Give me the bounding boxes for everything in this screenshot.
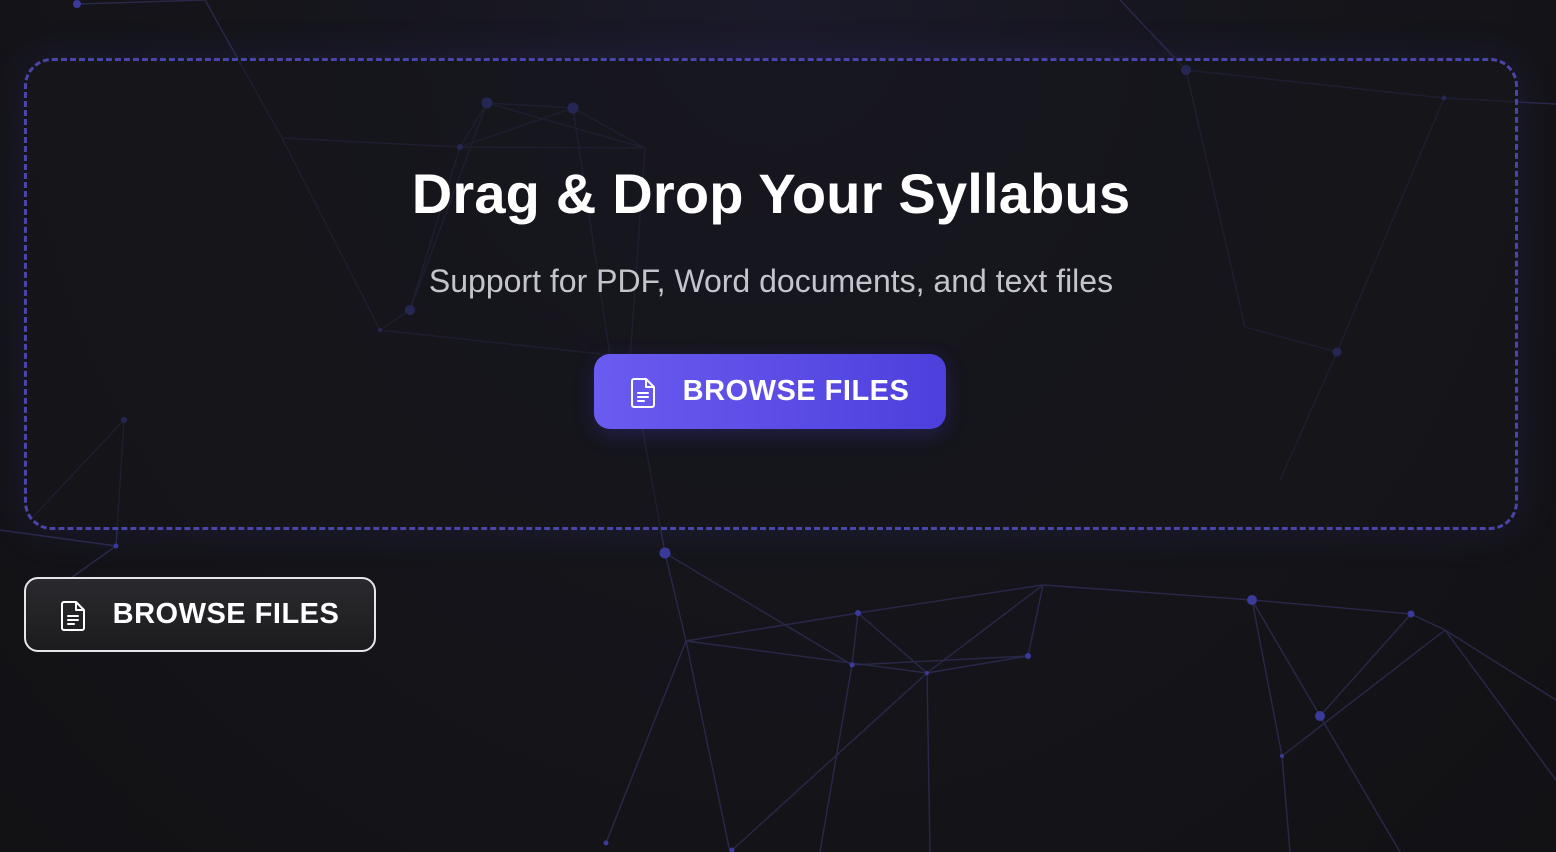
document-icon (60, 599, 87, 631)
browse-files-button[interactable]: BROWSE FILES (594, 354, 946, 429)
file-drop-zone[interactable]: Drag & Drop Your Syllabus Support for PD… (24, 58, 1518, 530)
document-icon (630, 376, 657, 408)
secondary-browse-files-label: BROWSE FILES (112, 598, 340, 630)
secondary-browse-files-button[interactable]: BROWSE FILES (24, 577, 376, 652)
drop-zone-subtitle: Support for PDF, Word documents, and tex… (428, 263, 1114, 299)
syllabus-upload-page: Drag & Drop Your Syllabus Support for PD… (0, 0, 1556, 852)
browse-files-label: BROWSE FILES (682, 375, 910, 407)
drop-zone-title: Drag & Drop Your Syllabus (411, 162, 1131, 225)
